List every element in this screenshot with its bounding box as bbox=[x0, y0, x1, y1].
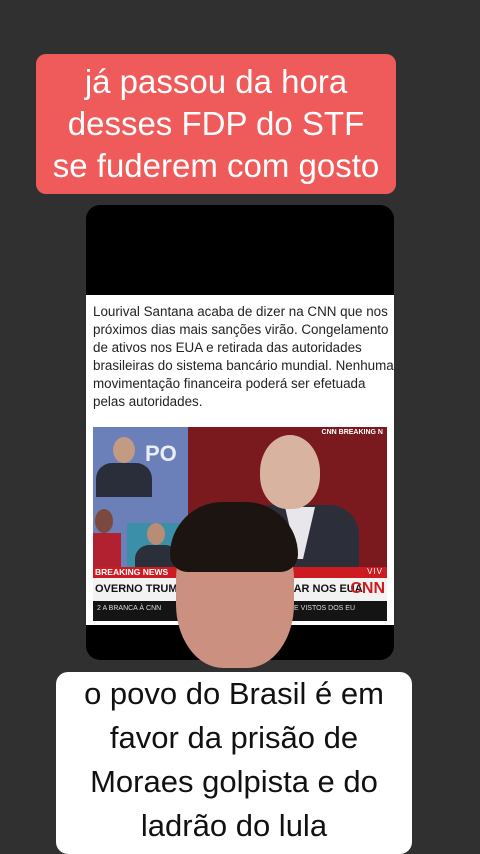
top-caption-line-2: desses FDP do STF bbox=[67, 105, 365, 142]
breaking-news-label: BREAKING NEWS bbox=[95, 567, 169, 577]
guest-woman-body bbox=[93, 533, 121, 571]
breaking-tag: CNN BREAKING N bbox=[321, 429, 383, 436]
anchor-head bbox=[113, 437, 135, 463]
bottom-caption-line-1: o povo do Brasil é em bbox=[84, 676, 384, 711]
bottom-caption-line-2: favor da prisão de bbox=[109, 720, 359, 755]
post-text-line-4: brasileiras do sistema bancário mundial.… bbox=[93, 358, 394, 373]
bottom-caption-box: o povo do Brasil é em favor da prisão de… bbox=[56, 672, 412, 854]
guest-woman-head bbox=[95, 509, 113, 533]
cnn-logo: CNN bbox=[350, 580, 385, 597]
subticker-left: 2 A BRANCA À CNN bbox=[97, 605, 162, 612]
bottom-caption-line-3: Moraes golpista e do bbox=[90, 764, 378, 799]
guest-man-head bbox=[147, 523, 165, 545]
post-text-line-5: movimentação financeira poderá ser efetu… bbox=[93, 376, 366, 391]
post-text-line-1: Lourival Santana acaba de dizer na CNN q… bbox=[93, 304, 388, 319]
post-text-line-3: de ativos nos EUA e retirada das autorid… bbox=[93, 340, 362, 355]
judge-head bbox=[260, 435, 320, 509]
anchor-body bbox=[96, 463, 152, 497]
top-caption-line-1: já passou da hora bbox=[84, 63, 348, 100]
post-text-line-2: próximos dias mais sanções virão. Congel… bbox=[93, 322, 389, 337]
subticker-right: DE VISTOS DOS EU bbox=[289, 605, 355, 612]
studio-screen-text: PO bbox=[145, 441, 177, 466]
bottom-caption-line-4: ladrão do lula bbox=[140, 808, 328, 843]
top-caption-banner: já passou da hora desses FDP do STF se f… bbox=[36, 54, 396, 194]
post-text-line-6: pelas autoridades. bbox=[93, 394, 203, 409]
live-label: VIV bbox=[367, 567, 383, 576]
top-caption-line-3: se fuderem com gosto bbox=[52, 147, 380, 184]
